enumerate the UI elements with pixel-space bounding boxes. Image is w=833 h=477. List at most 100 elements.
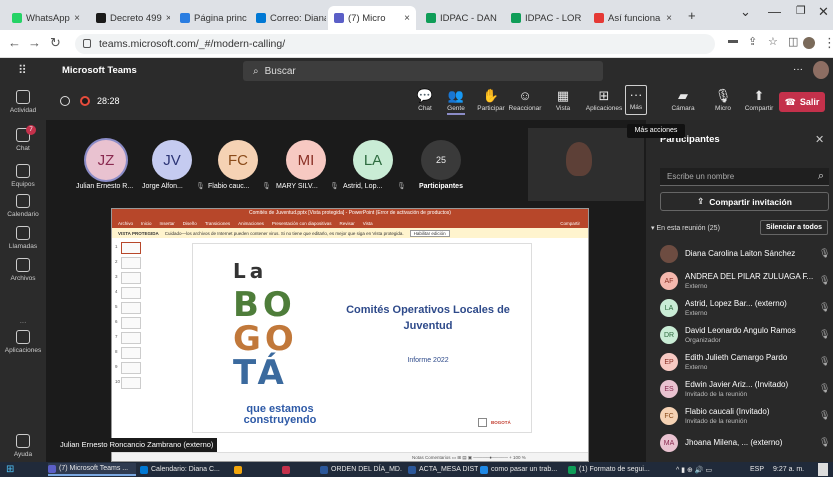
toolbar-gente-button[interactable]: 👥 Gente xyxy=(439,87,473,115)
share-invite-button[interactable]: ⇪ Compartir invitación xyxy=(660,192,829,211)
browser-menu-icon[interactable]: ⋮ xyxy=(823,35,833,51)
panel-search-input[interactable]: Escribe un nombre ⌕ xyxy=(660,168,829,186)
participant-avatar[interactable]: JV xyxy=(152,140,192,180)
leave-button[interactable]: ☎ Salir xyxy=(779,92,825,112)
rail-item-[interactable]: ··· xyxy=(0,302,46,326)
toolbar-compartir-button[interactable]: ⬆ Compartir xyxy=(737,87,781,112)
taskbar-item[interactable]: Calendario: Diana C... xyxy=(140,463,228,476)
participant-avatar[interactable]: MI xyxy=(286,140,326,180)
participant-row[interactable]: AF ANDREA DEL PILAR ZULUAGA F... Externo 🎙 xyxy=(660,270,833,298)
participant-row[interactable]: DR David Leonardo Angulo Ramos Organizador… xyxy=(660,324,833,352)
browser-tab[interactable]: IDPAC - DAN× xyxy=(420,6,500,30)
slide-thumbnail[interactable] xyxy=(121,287,141,299)
start-icon[interactable]: ⊞ xyxy=(6,463,14,476)
enable-editing-button[interactable]: Habilitar edición xyxy=(409,229,450,237)
rail-item-aplicaciones[interactable]: Aplicaciones xyxy=(0,330,46,354)
rail-item-calendario[interactable]: Calendario xyxy=(0,194,46,218)
bookmark-star-icon[interactable]: ☆ xyxy=(768,35,778,48)
meeting-section-toggle[interactable]: ▾ En esta reunión (25) xyxy=(651,224,720,232)
slide-thumbnail[interactable] xyxy=(121,317,141,329)
slide-thumbnail[interactable] xyxy=(121,242,141,254)
rail-item-chat[interactable]: 7 Chat xyxy=(0,125,46,152)
ribbon-tab[interactable]: Transiciones xyxy=(205,221,230,226)
url-field[interactable]: teams.microsoft.com/_#/modern-calling/ xyxy=(75,34,715,54)
toolbar-vista-button[interactable]: ▦ Vista xyxy=(546,87,580,112)
participant-row[interactable]: LA Astrid, Lopez Bar... (externo) Externo 🎙 xyxy=(660,297,833,325)
ribbon-tab[interactable]: Archivo xyxy=(118,221,133,226)
ribbon-tab[interactable]: Vista xyxy=(363,221,373,226)
ribbon-tab[interactable]: Inicio xyxy=(141,221,152,226)
ribbon-tab[interactable]: Animaciones xyxy=(238,221,264,226)
back-icon[interactable]: ← xyxy=(8,35,21,50)
participant-row[interactable]: EP Edith Julieth Camargo Pardo Externo 🎙 xyxy=(660,351,833,379)
slide-thumbnail[interactable] xyxy=(121,362,141,374)
participant-row[interactable]: ES Edwin Javier Ariz... (Invitado) Invitad… xyxy=(660,378,833,406)
search-input[interactable]: ⌕ Buscar xyxy=(243,61,603,81)
slide-thumbnail[interactable] xyxy=(121,347,141,359)
user-avatar[interactable] xyxy=(813,61,829,79)
participants-count-badge[interactable]: 25 xyxy=(421,140,461,180)
ribbon-tab[interactable]: Diseño xyxy=(183,221,197,226)
toolbar-ms-button[interactable]: ··· Más xyxy=(625,85,647,115)
slide-thumbnail[interactable] xyxy=(121,332,141,344)
browser-tab[interactable]: Correo: Diana× xyxy=(250,6,326,30)
slide-thumbnail[interactable] xyxy=(121,377,141,389)
minimize-icon[interactable]: — xyxy=(768,4,781,19)
language-indicator[interactable]: ESP xyxy=(750,463,764,476)
ribbon-tab[interactable]: Insertar xyxy=(160,221,175,226)
new-tab-button[interactable]: + xyxy=(688,8,696,23)
participant-row[interactable]: Diana Carolina Laiton Sánchez 🎙 xyxy=(660,243,833,271)
browser-tab[interactable]: IDPAC - LOR× xyxy=(505,6,585,30)
app-launcher-icon[interactable]: ⠿ xyxy=(18,63,27,77)
mute-all-button[interactable]: Silenciar a todos xyxy=(760,220,828,235)
ppt-share[interactable]: Compartir xyxy=(560,221,580,226)
slide-thumbnail[interactable] xyxy=(121,257,141,269)
more-options-icon[interactable]: ··· xyxy=(793,64,803,75)
cast-icon[interactable]: ▬ xyxy=(728,35,738,46)
ribbon-tab[interactable]: Revisar xyxy=(339,221,354,226)
close-window-icon[interactable]: ✕ xyxy=(818,4,829,20)
toolbar-chat-button[interactable]: 💬 Chat xyxy=(408,87,442,112)
browser-tab[interactable]: (7) Micro × xyxy=(328,6,416,30)
notification-icon[interactable] xyxy=(818,463,828,476)
tab-close-icon[interactable]: × xyxy=(666,13,672,24)
close-panel-icon[interactable]: ✕ xyxy=(815,133,824,146)
toolbar-participar-button[interactable]: ✋ Participar xyxy=(474,87,508,112)
clock[interactable]: 9:27 a. m. xyxy=(773,463,804,476)
slide-thumbnail[interactable] xyxy=(121,272,141,284)
share-icon[interactable]: ⇪ xyxy=(748,35,757,48)
profile-avatar[interactable] xyxy=(803,37,815,49)
toolbar-reaccionar-button[interactable]: ☺ Reaccionar xyxy=(508,87,542,112)
participant-avatar[interactable]: JZ xyxy=(86,140,126,180)
tab-close-icon[interactable]: × xyxy=(74,13,80,24)
toolbar-micro-button[interactable]: 🎙 Micro xyxy=(706,87,740,112)
browser-tab[interactable]: Decreto 499 × xyxy=(90,6,170,30)
browser-tab[interactable]: WhatsApp × xyxy=(6,6,86,30)
browser-tab[interactable]: Página princ× xyxy=(174,6,248,30)
participant-avatar[interactable]: LA xyxy=(353,140,393,180)
browser-tab[interactable]: Así funciona × xyxy=(588,6,678,30)
tray-icons[interactable]: ^ ▮ ⊕ 🔊 ▭ xyxy=(676,463,712,476)
taskbar-item[interactable] xyxy=(282,463,312,476)
rail-item-equipos[interactable]: Equipos xyxy=(0,164,46,188)
taskbar-item[interactable]: (7) Microsoft Teams ... xyxy=(48,463,136,476)
participant-avatar[interactable]: FC xyxy=(218,140,258,180)
taskbar-item[interactable] xyxy=(234,463,264,476)
rail-item-actividad[interactable]: Actividad xyxy=(0,90,46,114)
toolbar-aplicaciones-button[interactable]: ⊞ Aplicaciones xyxy=(582,87,626,112)
participant-row[interactable]: FC Flabio caucali (Invitado) Invitado de l… xyxy=(660,405,833,433)
tab-close-icon[interactable]: × xyxy=(404,13,410,24)
rail-item-llamadas[interactable]: Llamadas xyxy=(0,226,46,250)
taskbar-item[interactable]: ACTA_MESA DISTRIT... xyxy=(408,463,478,476)
taskbar-item[interactable]: (1) Formato de segui... xyxy=(568,463,656,476)
reload-icon[interactable]: ↻ xyxy=(50,35,61,51)
tab-close-icon[interactable]: × xyxy=(166,13,170,24)
maximize-icon[interactable]: ❐ xyxy=(796,4,806,17)
rail-item-archivos[interactable]: Archivos xyxy=(0,258,46,282)
participant-row[interactable]: MA Jhoana Milena, ... (externo) 🎙 xyxy=(660,432,833,460)
taskbar-item[interactable]: ORDEN DEL DÍA_MD... xyxy=(320,463,402,476)
taskbar-item[interactable]: como pasar un trab... xyxy=(480,463,564,476)
forward-icon[interactable]: → xyxy=(28,35,41,50)
tab-search-icon[interactable]: ⌄ xyxy=(740,4,751,20)
sidepanel-icon[interactable]: ◫ xyxy=(788,35,798,48)
